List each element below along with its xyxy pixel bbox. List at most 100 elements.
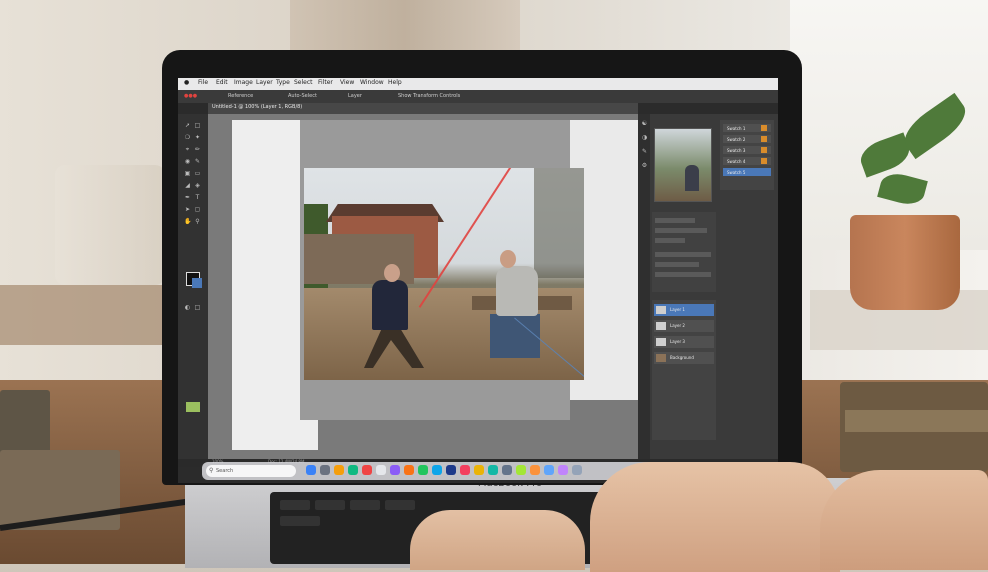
- app-icon[interactable]: [502, 465, 512, 475]
- safari-icon[interactable]: [432, 465, 442, 475]
- swatch-row[interactable]: Swatch 5: [723, 168, 771, 176]
- traffic-light-icon[interactable]: ●●●: [184, 93, 197, 99]
- eraser-tool-icon[interactable]: ▭: [194, 170, 201, 177]
- brush-tool-icon[interactable]: ✎: [194, 158, 201, 165]
- keyboard-key[interactable]: [315, 500, 345, 510]
- notes-icon[interactable]: [334, 465, 344, 475]
- wand-tool-icon[interactable]: ✦: [194, 134, 201, 141]
- option-transform-controls[interactable]: Show Transform Controls: [398, 93, 460, 99]
- apple-icon[interactable]: ●: [184, 79, 189, 86]
- app-icon[interactable]: [516, 465, 526, 475]
- layer-row[interactable]: Layer 1: [654, 304, 714, 316]
- left-hand: [410, 510, 585, 570]
- swatch-row[interactable]: Swatch 4: [723, 157, 771, 165]
- property-row[interactable]: [655, 218, 695, 223]
- menu-type[interactable]: Type: [276, 79, 290, 86]
- healing-tool-icon[interactable]: ◉: [184, 158, 191, 165]
- swatch-row[interactable]: Swatch 3: [723, 146, 771, 154]
- walking-man: [372, 280, 408, 330]
- gradient-tool-icon[interactable]: ◢: [184, 182, 191, 189]
- eyedropper-tool-icon[interactable]: ✏: [194, 146, 201, 153]
- music-icon[interactable]: [390, 465, 400, 475]
- screen-mode-icon[interactable]: □: [194, 304, 201, 311]
- app-icon[interactable]: [474, 465, 484, 475]
- keyboard-key[interactable]: [385, 500, 415, 510]
- stamp-tool-icon[interactable]: ▣: [184, 170, 191, 177]
- menu-window[interactable]: Window: [360, 79, 384, 86]
- background-color-swatch[interactable]: [192, 278, 202, 288]
- keyboard-key[interactable]: [280, 500, 310, 510]
- app-icon[interactable]: [488, 465, 498, 475]
- walking-man-head: [384, 264, 400, 282]
- app-icon[interactable]: [544, 465, 554, 475]
- swatch-color: [761, 125, 767, 131]
- property-row[interactable]: [655, 228, 707, 233]
- property-row[interactable]: [655, 272, 711, 277]
- lasso-tool-icon[interactable]: ❍: [184, 134, 191, 141]
- layer-row[interactable]: Background: [654, 352, 714, 364]
- zoom-tool-icon[interactable]: ⚲: [194, 218, 201, 225]
- edit-toolbar-icon[interactable]: [186, 402, 200, 412]
- app-icon[interactable]: [460, 465, 470, 475]
- adjustments-icon[interactable]: ◑: [641, 134, 648, 141]
- options-bar: ●●● Reference Auto-Select Layer Show Tra…: [178, 90, 778, 103]
- navigator-thumbnail[interactable]: [654, 128, 712, 202]
- finder-icon[interactable]: [306, 465, 316, 475]
- quick-mask-icon[interactable]: ◐: [184, 304, 191, 311]
- brush-settings-icon[interactable]: ✎: [641, 148, 648, 155]
- document-tab[interactable]: Untitled-1 @ 100% (Layer 1, RGB/8): [212, 104, 302, 110]
- messages-icon[interactable]: [348, 465, 358, 475]
- canvas-area[interactable]: [208, 114, 646, 459]
- calendar-icon[interactable]: [362, 465, 372, 475]
- hand-tool-icon[interactable]: ✋: [184, 218, 191, 225]
- swatches-panel: Swatch 1 Swatch 2 Swatch 3 Swatch 4 Swat…: [720, 120, 774, 190]
- swatch-row[interactable]: Swatch 1: [723, 124, 771, 132]
- blur-tool-icon[interactable]: ◈: [194, 182, 201, 189]
- swatch-label: Swatch 5: [727, 170, 746, 175]
- menu-view[interactable]: View: [340, 79, 354, 86]
- app-icon[interactable]: [404, 465, 414, 475]
- option-auto-select[interactable]: Auto-Select: [288, 93, 317, 99]
- menu-select[interactable]: Select: [294, 79, 313, 86]
- type-tool-icon[interactable]: T: [194, 194, 201, 201]
- layer-label: Layer 1: [670, 307, 685, 312]
- layers-panel: Layer 1 Layer 2 Layer 3 Background: [652, 300, 716, 440]
- property-row[interactable]: [655, 238, 685, 243]
- option-reference[interactable]: Reference: [228, 93, 253, 99]
- shape-tool-icon[interactable]: ▢: [194, 206, 201, 213]
- launchpad-icon[interactable]: [320, 465, 330, 475]
- history-icon[interactable]: ☯: [641, 120, 648, 127]
- gear-icon[interactable]: ⚙: [641, 162, 648, 169]
- menu-layer[interactable]: Layer: [256, 79, 273, 86]
- keyboard-key[interactable]: [280, 516, 320, 526]
- crop-tool-icon[interactable]: ⌖: [184, 146, 191, 153]
- app-icon[interactable]: [558, 465, 568, 475]
- pen-tool-icon[interactable]: ✒: [184, 194, 191, 201]
- search-field[interactable]: ⚲ Search: [206, 465, 296, 477]
- keyboard-key[interactable]: [350, 500, 380, 510]
- photos-icon[interactable]: [376, 465, 386, 475]
- swatch-row[interactable]: Swatch 2: [723, 135, 771, 143]
- property-row[interactable]: [655, 252, 711, 257]
- trash-icon[interactable]: [572, 465, 582, 475]
- layer-thumbnail-icon: [656, 338, 666, 346]
- menu-filter[interactable]: Filter: [318, 79, 333, 86]
- app-icon[interactable]: [418, 465, 428, 475]
- layer-row[interactable]: Layer 3: [654, 336, 714, 348]
- path-tool-icon[interactable]: ➤: [184, 206, 191, 213]
- menu-edit[interactable]: Edit: [216, 79, 228, 86]
- menu-help[interactable]: Help: [388, 79, 402, 86]
- menu-image[interactable]: Image: [234, 79, 253, 86]
- option-layer[interactable]: Layer: [348, 93, 362, 99]
- swatch-label: Swatch 1: [727, 126, 746, 131]
- right-panels: ☯ ◑ ✎ ⚙ Layer 1 Layer 2 Layer 3 Backgrou…: [638, 114, 778, 459]
- app-icon[interactable]: [530, 465, 540, 475]
- layer-row[interactable]: Layer 2: [654, 320, 714, 332]
- marquee-tool-icon[interactable]: □: [194, 122, 201, 129]
- photoshop-icon[interactable]: [446, 465, 456, 475]
- menu-file[interactable]: File: [198, 79, 208, 86]
- property-row[interactable]: [655, 262, 699, 267]
- move-tool-icon[interactable]: ➚: [184, 122, 191, 129]
- screen: ● File Edit Image Layer Type Select Filt…: [178, 78, 778, 483]
- photo-layer[interactable]: [304, 168, 584, 380]
